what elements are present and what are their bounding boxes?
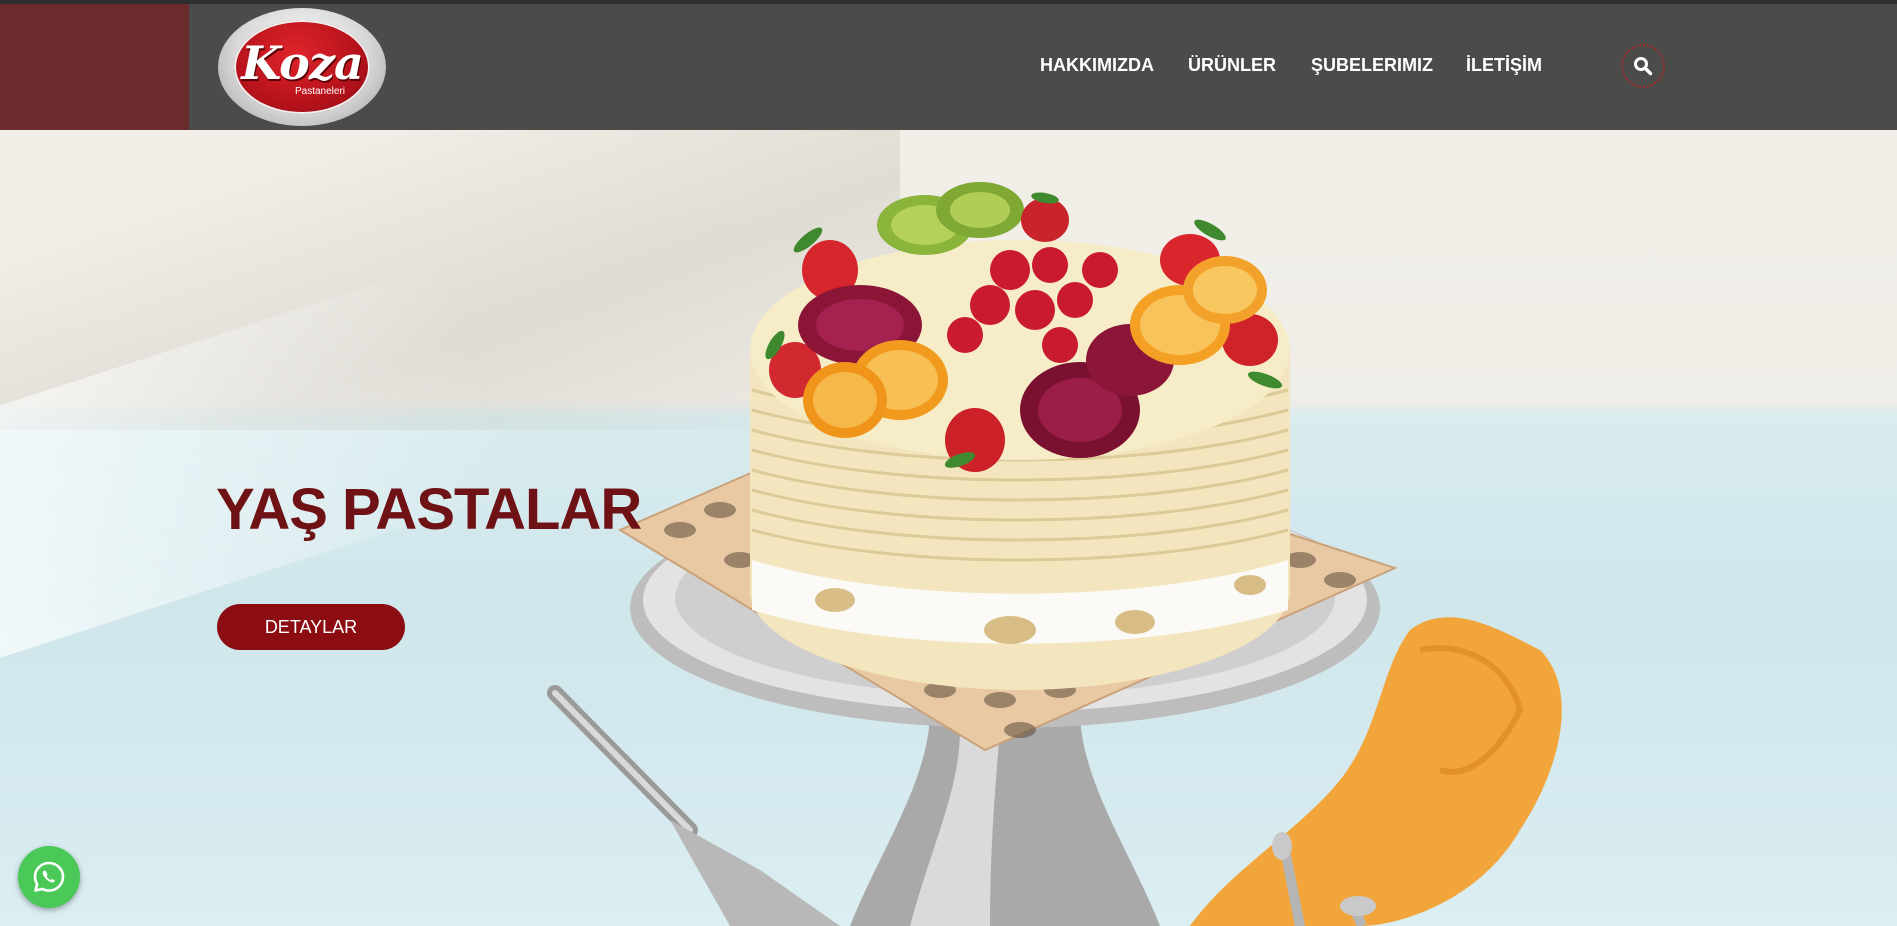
brand-logo[interactable]: Koza Pastaneleri	[218, 8, 386, 126]
nav-item-hakkimizda[interactable]: HAKKIMIZDA	[1040, 55, 1154, 76]
hero-slider: YAŞ PASTALAR DETAYLAR	[0, 130, 1897, 926]
nav-item-iletisim[interactable]: İLETİŞİM	[1466, 55, 1542, 76]
search-icon	[1634, 57, 1653, 76]
details-button[interactable]: DETAYLAR	[217, 604, 405, 650]
header-accent-block	[0, 4, 189, 130]
whatsapp-button[interactable]	[18, 846, 80, 908]
logo-subtitle: Pastaneleri	[294, 86, 346, 97]
logo-badge: Koza Pastaneleri	[234, 20, 370, 114]
nav-item-urunler[interactable]: ÜRÜNLER	[1188, 55, 1276, 76]
hero-title: YAŞ PASTALAR	[216, 477, 642, 542]
logo-wordmark: Koza	[241, 36, 364, 90]
search-button[interactable]	[1621, 44, 1665, 88]
nav-item-subelerimiz[interactable]: ŞUBELERIMIZ	[1311, 55, 1433, 76]
site-header: Koza Pastaneleri HAKKIMIZDA ÜRÜNLER ŞUBE…	[0, 4, 1897, 130]
whatsapp-icon	[33, 861, 65, 892]
